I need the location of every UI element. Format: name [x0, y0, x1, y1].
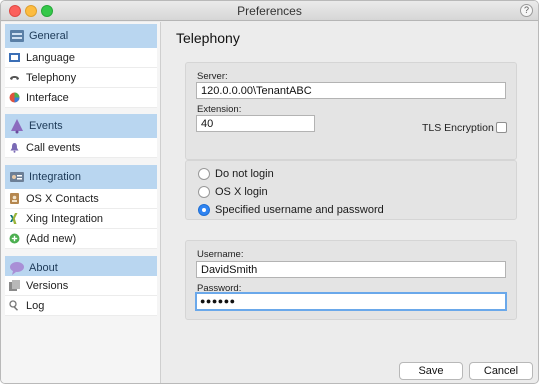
- username-input[interactable]: DavidSmith: [196, 261, 506, 278]
- events-icon: [9, 118, 25, 134]
- cancel-button[interactable]: Cancel: [469, 362, 533, 380]
- sidebar-item-xing-integration[interactable]: Xing Integration: [5, 209, 157, 229]
- sidebar-item-osx-contacts[interactable]: OS X Contacts: [5, 189, 157, 209]
- page-title: Telephony: [176, 30, 240, 46]
- sidebar-item-label: OS X Contacts: [26, 192, 99, 205]
- title-bar: Preferences ?: [1, 1, 538, 21]
- radio-label: OS X login: [215, 186, 268, 198]
- log-icon: [9, 300, 20, 311]
- password-input[interactable]: ●●●●●●: [195, 292, 507, 311]
- sidebar-item-label: Xing Integration: [26, 212, 104, 225]
- sidebar-section-label: Integration: [29, 171, 81, 183]
- sidebar-section-label: General: [29, 30, 69, 42]
- preferences-window: Preferences ? General Language Telephony…: [0, 0, 539, 384]
- tls-encryption-checkbox[interactable]: [496, 122, 507, 133]
- about-icon: [9, 260, 25, 276]
- sidebar-item-label: Language: [26, 51, 75, 64]
- radio-button-selected[interactable]: [198, 204, 210, 216]
- versions-icon: [9, 280, 20, 291]
- save-button[interactable]: Save: [399, 362, 463, 380]
- radio-do-not-login[interactable]: Do not login: [198, 166, 274, 182]
- sidebar-item-interface[interactable]: Interface: [5, 88, 157, 108]
- bell-icon: [9, 142, 20, 153]
- sidebar-item-label: (Add new): [26, 232, 77, 245]
- radio-button[interactable]: [198, 168, 210, 180]
- radio-label: Do not login: [215, 168, 274, 180]
- sidebar: General Language Telephony Interface Eve…: [1, 22, 161, 383]
- help-button[interactable]: ?: [520, 4, 533, 17]
- radio-specified-credentials[interactable]: Specified username and password: [198, 202, 384, 218]
- server-settings-group: Server: 120.0.0.00\TenantABC Extension: …: [185, 62, 517, 160]
- server-input[interactable]: 120.0.0.00\TenantABC: [196, 82, 506, 99]
- sidebar-item-telephony[interactable]: Telephony: [5, 68, 157, 88]
- sidebar-section-label: About: [29, 262, 58, 274]
- window-title: Preferences: [237, 4, 302, 18]
- sidebar-item-label: Versions: [26, 279, 69, 292]
- login-options-group: Do not login OS X login Specified userna…: [185, 160, 517, 220]
- language-icon: [9, 52, 20, 63]
- contacts-icon: [9, 193, 20, 204]
- sidebar-item-call-events[interactable]: Call events: [5, 138, 157, 158]
- tls-encryption-label: TLS Encryption: [422, 122, 494, 134]
- sidebar-item-versions[interactable]: Versions: [5, 276, 157, 296]
- sidebar-item-language[interactable]: Language: [5, 48, 157, 68]
- sidebar-item-label: Log: [26, 299, 45, 312]
- sidebar-item-add-new[interactable]: (Add new): [5, 229, 157, 249]
- radio-label: Specified username and password: [215, 204, 384, 216]
- sidebar-section-events[interactable]: Events: [5, 114, 157, 138]
- credentials-group: Username: DavidSmith Password: ●●●●●●: [185, 240, 517, 320]
- extension-label: Extension:: [197, 104, 242, 115]
- server-label: Server:: [197, 71, 228, 82]
- xing-icon: [9, 213, 20, 224]
- sidebar-section-label: Events: [29, 120, 63, 132]
- sidebar-item-label: Call events: [26, 141, 81, 154]
- sidebar-section-integration[interactable]: Integration: [5, 165, 157, 189]
- add-icon: [9, 233, 20, 244]
- sidebar-item-label: Interface: [26, 91, 69, 104]
- interface-icon: [9, 92, 20, 103]
- sidebar-section-general[interactable]: General: [5, 24, 157, 48]
- username-label: Username:: [197, 249, 244, 260]
- radio-button[interactable]: [198, 186, 210, 198]
- radio-osx-login[interactable]: OS X login: [198, 184, 268, 200]
- general-icon: [9, 28, 25, 44]
- telephony-icon: [9, 72, 20, 83]
- sidebar-item-label: Telephony: [26, 71, 77, 84]
- settings-panel: Telephony Server: 120.0.0.00\TenantABC E…: [162, 22, 538, 383]
- integration-icon: [9, 169, 25, 185]
- sidebar-item-log[interactable]: Log: [5, 296, 157, 316]
- extension-input[interactable]: 40: [196, 115, 315, 132]
